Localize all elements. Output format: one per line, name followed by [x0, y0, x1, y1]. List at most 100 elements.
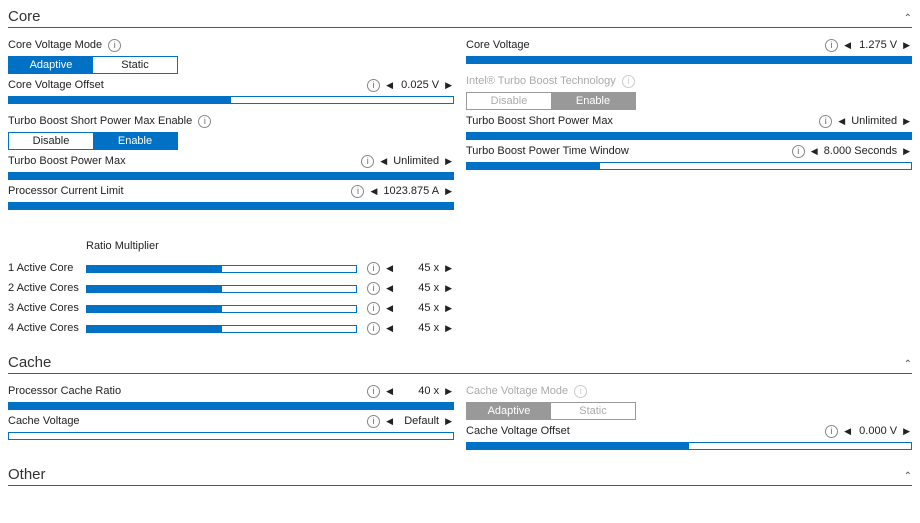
- increment-icon[interactable]: ▶: [901, 426, 912, 437]
- section-header-core[interactable]: Core ⌃: [8, 4, 912, 28]
- slider-ratio-3[interactable]: [86, 305, 357, 313]
- slider-turbo-power-max[interactable]: [8, 172, 454, 180]
- slider-turbo-short[interactable]: [466, 132, 912, 140]
- decrement-icon[interactable]: ◀: [384, 80, 395, 91]
- slider-core-voltage[interactable]: [466, 56, 912, 64]
- increment-icon[interactable]: ▶: [443, 283, 454, 294]
- decrement-icon[interactable]: ◀: [384, 263, 395, 274]
- value-cache-voltage-offset: 0.000 V: [857, 425, 897, 437]
- section-core: Core ⌃ Core Voltage Mode i Adaptive Stat…: [8, 4, 912, 338]
- info-icon[interactable]: i: [367, 302, 380, 315]
- toggle-core-voltage-mode[interactable]: Adaptive Static: [8, 56, 178, 74]
- info-icon[interactable]: i: [351, 185, 364, 198]
- decrement-icon[interactable]: ◀: [842, 426, 853, 437]
- decrement-icon[interactable]: ◀: [836, 116, 847, 127]
- label-turbo-short-enable: Turbo Boost Short Power Max Enable i: [8, 115, 211, 128]
- decrement-icon[interactable]: ◀: [368, 186, 379, 197]
- info-icon[interactable]: i: [819, 115, 832, 128]
- value-cache-voltage: Default: [399, 415, 439, 427]
- toggle-turbo-tech: Disable Enable: [466, 92, 636, 110]
- toggle-option-static[interactable]: Static: [93, 57, 177, 73]
- info-icon[interactable]: i: [367, 322, 380, 335]
- decrement-icon[interactable]: ◀: [842, 40, 853, 51]
- label-cache-voltage-mode: Cache Voltage Mode i: [466, 385, 587, 398]
- info-icon[interactable]: i: [198, 115, 211, 128]
- info-icon[interactable]: i: [108, 39, 121, 52]
- increment-icon[interactable]: ▶: [443, 80, 454, 91]
- section-other: Other ⌃: [8, 462, 912, 486]
- section-cache: Cache ⌃ Processor Cache Ratio i ◀ 40 x ▶…: [8, 350, 912, 450]
- label-turbo-power-max: Turbo Boost Power Max: [8, 155, 126, 167]
- ratio-label: 3 Active Cores: [8, 302, 86, 314]
- value-core-voltage: 1.275 V: [857, 39, 897, 51]
- info-icon[interactable]: i: [367, 415, 380, 428]
- info-icon[interactable]: i: [825, 39, 838, 52]
- section-header-cache[interactable]: Cache ⌃: [8, 350, 912, 374]
- value-turbo-power-max: Unlimited: [393, 155, 439, 167]
- ratio-row: 2 Active Coresi◀45 x▶: [8, 278, 454, 298]
- decrement-icon[interactable]: ◀: [809, 146, 820, 157]
- info-icon[interactable]: i: [622, 75, 635, 88]
- toggle-option-disable[interactable]: Disable: [9, 133, 93, 149]
- info-icon[interactable]: i: [367, 79, 380, 92]
- increment-icon[interactable]: ▶: [443, 263, 454, 274]
- section-header-other[interactable]: Other ⌃: [8, 462, 912, 486]
- slider-turbo-time-window[interactable]: [466, 162, 912, 170]
- toggle-option-adaptive[interactable]: Adaptive: [9, 57, 93, 73]
- toggle-option-enable[interactable]: Enable: [93, 133, 177, 149]
- toggle-cache-voltage-mode: Adaptive Static: [466, 402, 636, 420]
- value-ratio: 45 x: [399, 302, 439, 314]
- increment-icon[interactable]: ▶: [901, 116, 912, 127]
- section-title: Cache: [8, 354, 51, 371]
- label-core-voltage-offset: Core Voltage Offset: [8, 79, 104, 91]
- value-cache-ratio: 40 x: [399, 385, 439, 397]
- increment-icon[interactable]: ▶: [443, 186, 454, 197]
- info-icon[interactable]: i: [367, 282, 380, 295]
- decrement-icon[interactable]: ◀: [384, 323, 395, 334]
- label-cache-ratio: Processor Cache Ratio: [8, 385, 121, 397]
- increment-icon[interactable]: ▶: [443, 156, 454, 167]
- increment-icon[interactable]: ▶: [443, 303, 454, 314]
- increment-icon[interactable]: ▶: [443, 416, 454, 427]
- info-icon[interactable]: i: [367, 385, 380, 398]
- slider-ratio-4[interactable]: [86, 325, 357, 333]
- toggle-turbo-short-enable[interactable]: Disable Enable: [8, 132, 178, 150]
- decrement-icon[interactable]: ◀: [378, 156, 389, 167]
- decrement-icon[interactable]: ◀: [384, 386, 395, 397]
- slider-ratio-2[interactable]: [86, 285, 357, 293]
- cache-left-column: Processor Cache Ratio i ◀ 40 x ▶ Cache V…: [8, 380, 454, 450]
- toggle-option-disable: Disable: [467, 93, 551, 109]
- toggle-option-adaptive: Adaptive: [467, 403, 551, 419]
- slider-current-limit[interactable]: [8, 202, 454, 210]
- chevron-up-icon[interactable]: ⌃: [904, 13, 912, 24]
- info-icon[interactable]: i: [825, 425, 838, 438]
- ratio-row: 4 Active Coresi◀45 x▶: [8, 318, 454, 338]
- decrement-icon[interactable]: ◀: [384, 303, 395, 314]
- decrement-icon[interactable]: ◀: [384, 416, 395, 427]
- info-icon[interactable]: i: [574, 385, 587, 398]
- value-ratio: 45 x: [399, 262, 439, 274]
- section-title: Other: [8, 466, 46, 483]
- info-icon[interactable]: i: [361, 155, 374, 168]
- slider-ratio-1[interactable]: [86, 265, 357, 273]
- label-cache-voltage-offset: Cache Voltage Offset: [466, 425, 570, 437]
- value-current-limit: 1023.875 A: [383, 185, 439, 197]
- chevron-up-icon[interactable]: ⌃: [904, 471, 912, 482]
- chevron-up-icon[interactable]: ⌃: [904, 359, 912, 370]
- decrement-icon[interactable]: ◀: [384, 283, 395, 294]
- increment-icon[interactable]: ▶: [443, 323, 454, 334]
- label-turbo-short: Turbo Boost Short Power Max: [466, 115, 613, 127]
- increment-icon[interactable]: ▶: [901, 146, 912, 157]
- label-turbo-tech: Intel® Turbo Boost Technology i: [466, 75, 635, 88]
- slider-cache-voltage-offset[interactable]: [466, 442, 912, 450]
- slider-core-voltage-offset[interactable]: [8, 96, 454, 104]
- slider-cache-voltage[interactable]: [8, 432, 454, 440]
- value-ratio: 45 x: [399, 282, 439, 294]
- increment-icon[interactable]: ▶: [901, 40, 912, 51]
- ratio-label: 4 Active Cores: [8, 322, 86, 334]
- info-icon[interactable]: i: [367, 262, 380, 275]
- info-icon[interactable]: i: [792, 145, 805, 158]
- ratio-multiplier-block: Ratio Multiplier 1 Active Corei◀45 x▶2 A…: [8, 240, 454, 338]
- increment-icon[interactable]: ▶: [443, 386, 454, 397]
- slider-cache-ratio[interactable]: [8, 402, 454, 410]
